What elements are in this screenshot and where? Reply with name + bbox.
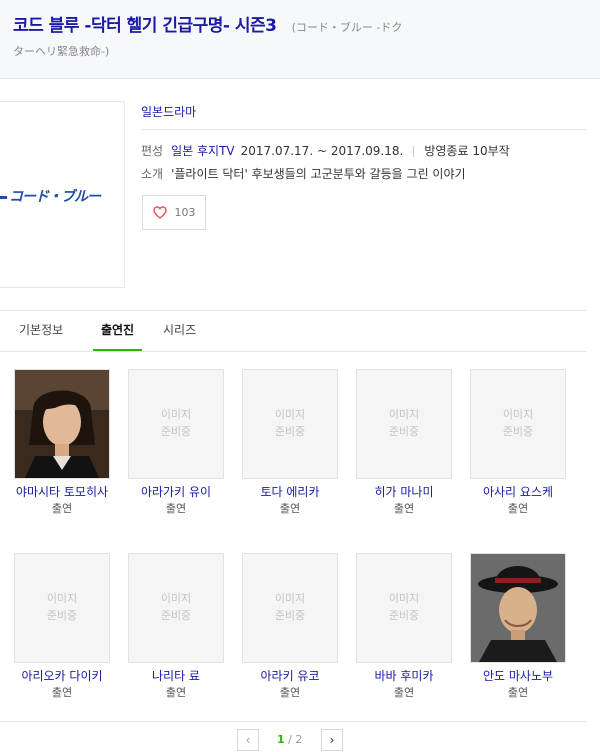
tab-cast[interactable]: 출연진 bbox=[93, 311, 142, 351]
cast-name[interactable]: 아라키 유코 bbox=[242, 668, 338, 684]
divider bbox=[413, 146, 415, 157]
cast-photo-placeholder[interactable]: 이미지 준비중 bbox=[14, 553, 110, 663]
summary-text: '플라이트 닥터' 후보생들의 고군분투와 갈등을 그린 이야기 bbox=[171, 167, 466, 181]
schedule-label: 편성 bbox=[141, 144, 164, 158]
cast-role: 출연 bbox=[165, 686, 187, 699]
cast-photo-placeholder[interactable]: 이미지 준비중 bbox=[470, 369, 566, 479]
cast-name[interactable]: 토다 에리카 bbox=[242, 484, 338, 500]
cast-card[interactable]: 이미지 준비중 히가 마나미 출연 bbox=[356, 369, 452, 516]
original-title: (コード・ブルー -ドク bbox=[291, 21, 403, 34]
summary-label: 소개 bbox=[141, 167, 164, 181]
chevron-left-icon: ‹ bbox=[245, 733, 251, 747]
chevron-right-icon: › bbox=[329, 733, 335, 747]
summary-row: 소개 '플라이트 닥터' 후보생들의 고군분투와 갈등을 그린 이야기 bbox=[141, 165, 466, 182]
info-panel: 일본드라마 bbox=[141, 103, 587, 130]
cast-role: 출연 bbox=[507, 686, 529, 699]
cast-role: 출연 bbox=[51, 686, 73, 699]
total-pages: 2 bbox=[295, 733, 303, 746]
image-pending-text: 이미지 준비중 bbox=[274, 408, 306, 438]
person-photo-icon bbox=[471, 554, 565, 662]
cast-name[interactable]: 아라가키 유이 bbox=[128, 484, 224, 500]
original-title-continued: ターヘリ緊急救命-) bbox=[13, 45, 110, 58]
cast-photo-placeholder[interactable]: 이미지 준비중 bbox=[128, 369, 224, 479]
cast-name[interactable]: 아사리 요스케 bbox=[470, 484, 566, 500]
cast-photo[interactable] bbox=[470, 553, 566, 663]
current-page: 1 bbox=[277, 733, 285, 746]
tab-series[interactable]: 시리즈 bbox=[163, 311, 196, 351]
tab-basic-info[interactable]: 기본정보 bbox=[19, 311, 63, 351]
divider bbox=[0, 721, 587, 722]
cast-role: 출연 bbox=[165, 502, 187, 515]
image-pending-text: 이미지 준비중 bbox=[388, 408, 420, 438]
cast-photo[interactable] bbox=[14, 369, 110, 479]
cast-role: 출연 bbox=[279, 686, 301, 699]
heart-icon bbox=[152, 206, 167, 219]
cast-role: 출연 bbox=[51, 502, 73, 515]
poster-image[interactable]: コード・ブルー bbox=[0, 101, 125, 288]
cast-role: 출연 bbox=[507, 502, 529, 515]
image-pending-text: 이미지 준비중 bbox=[502, 408, 534, 438]
like-count: 103 bbox=[174, 206, 196, 219]
cast-name[interactable]: 안도 마사노부 bbox=[470, 668, 566, 684]
cast-photo-placeholder[interactable]: 이미지 준비중 bbox=[356, 369, 452, 479]
cast-photo-placeholder[interactable]: 이미지 준비중 bbox=[242, 369, 338, 479]
cast-photo-placeholder[interactable]: 이미지 준비중 bbox=[128, 553, 224, 663]
cast-photo-placeholder[interactable]: 이미지 준비중 bbox=[242, 553, 338, 663]
prev-page-button[interactable]: ‹ bbox=[237, 729, 259, 751]
cast-card[interactable]: 야마시타 토모히사 출연 bbox=[14, 369, 110, 516]
cast-name[interactable]: 바바 후미카 bbox=[356, 668, 452, 684]
broadcast-period: 2017.07.17. ~ 2017.09.18. bbox=[240, 144, 404, 158]
pagination: ‹ 1 / 2 › bbox=[237, 729, 345, 752]
cast-photo-placeholder[interactable]: 이미지 준비중 bbox=[356, 553, 452, 663]
genre-link[interactable]: 일본드라마 bbox=[141, 103, 587, 130]
broadcast-status: 방영종료 10부작 bbox=[424, 144, 510, 158]
cast-name[interactable]: 나리타 료 bbox=[128, 668, 224, 684]
image-pending-text: 이미지 준비중 bbox=[388, 592, 420, 622]
cast-role: 출연 bbox=[393, 502, 415, 515]
cast-card[interactable]: 안도 마사노부 출연 bbox=[470, 553, 566, 700]
cast-name[interactable]: 아리오카 다이키 bbox=[14, 668, 110, 684]
image-pending-text: 이미지 준비중 bbox=[46, 592, 78, 622]
next-page-button[interactable]: › bbox=[321, 729, 343, 751]
cast-name[interactable]: 야마시타 토모히사 bbox=[14, 484, 110, 500]
broadcaster-link[interactable]: 일본 후지TV bbox=[171, 144, 235, 158]
person-photo-icon bbox=[15, 370, 109, 478]
cast-card[interactable]: 이미지 준비중 아라가키 유이 출연 bbox=[128, 369, 224, 516]
cast-card[interactable]: 이미지 준비중 아리오카 다이키 출연 bbox=[14, 553, 110, 700]
cast-card[interactable]: 이미지 준비중 바바 후미카 출연 bbox=[356, 553, 452, 700]
cast-role: 출연 bbox=[279, 502, 301, 515]
title-header: 코드 블루 -닥터 헬기 긴급구명- 시즌3 (コード・ブルー -ドク ターヘリ… bbox=[0, 0, 600, 79]
page-separator: / bbox=[288, 733, 292, 746]
tab-bar: 기본정보 출연진 시리즈 bbox=[0, 310, 587, 352]
image-pending-text: 이미지 준비중 bbox=[160, 408, 192, 438]
image-pending-text: 이미지 준비중 bbox=[160, 592, 192, 622]
cast-role: 출연 bbox=[393, 686, 415, 699]
page-indicator: 1 / 2 bbox=[277, 733, 302, 746]
cast-card[interactable]: 이미지 준비중 토다 에리카 출연 bbox=[242, 369, 338, 516]
cast-card[interactable]: 이미지 준비중 아사리 요스케 출연 bbox=[470, 369, 566, 516]
image-pending-text: 이미지 준비중 bbox=[274, 592, 306, 622]
poster-logo: コード・ブルー bbox=[0, 186, 122, 208]
schedule-row: 편성 일본 후지TV 2017.07.17. ~ 2017.09.18. 방영종료 1… bbox=[141, 142, 510, 159]
like-button[interactable]: 103 bbox=[142, 195, 206, 230]
cast-name[interactable]: 히가 마나미 bbox=[356, 484, 452, 500]
page-title: 코드 블루 -닥터 헬기 긴급구명- 시즌3 bbox=[13, 16, 277, 36]
cast-card[interactable]: 이미지 준비중 아라키 유코 출연 bbox=[242, 553, 338, 700]
cast-card[interactable]: 이미지 준비중 나리타 료 출연 bbox=[128, 553, 224, 700]
